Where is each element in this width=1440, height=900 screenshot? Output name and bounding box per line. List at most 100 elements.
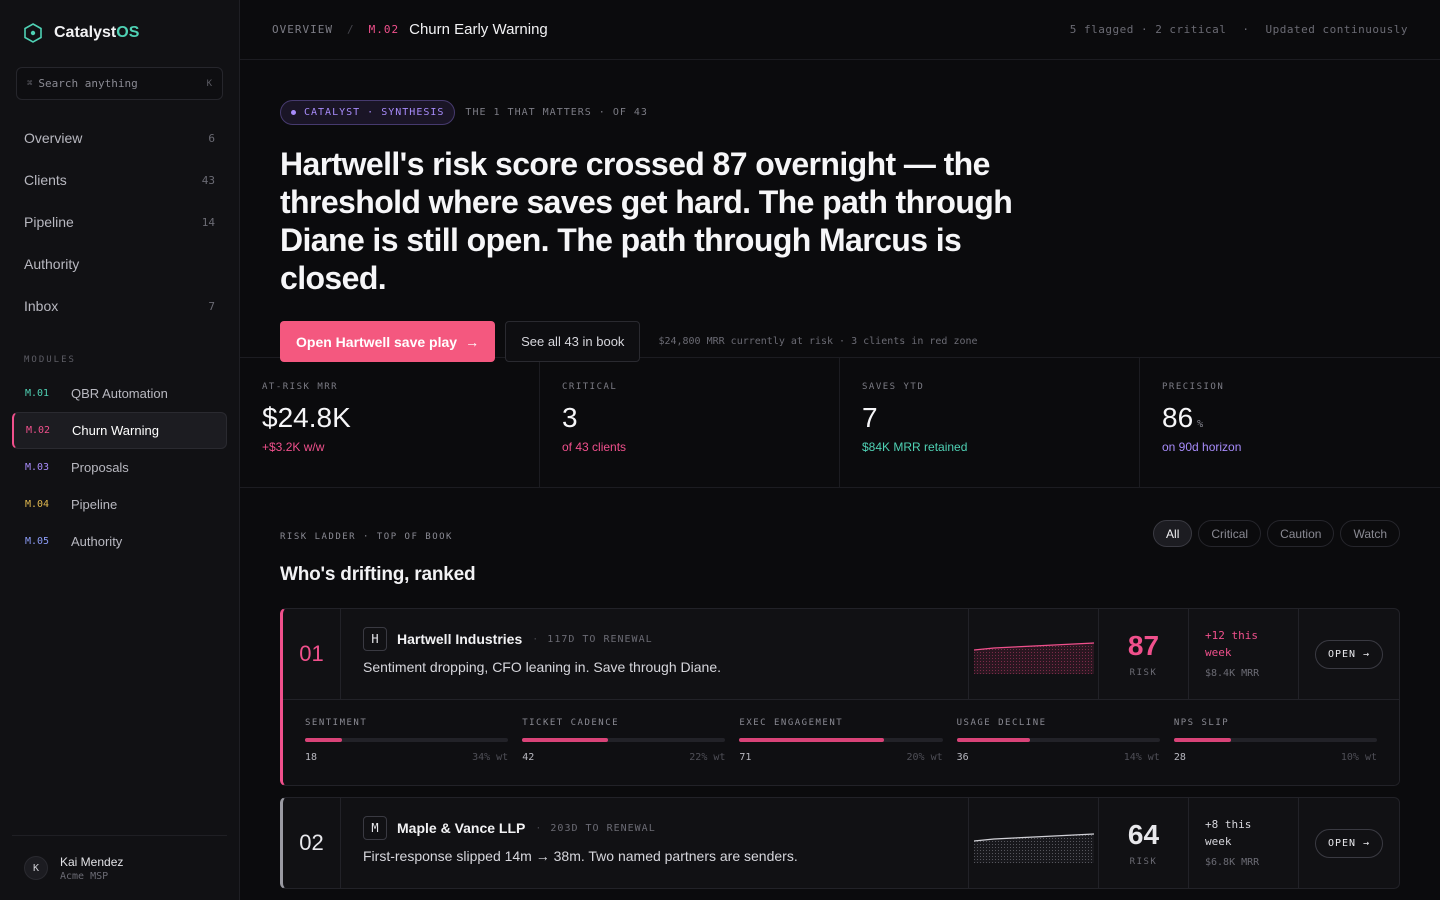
synthesis-note: THE 1 THAT MATTERS · OF 43 xyxy=(465,107,648,118)
risk-ladder: RISK LADDER · TOP OF BOOK Who's drifting… xyxy=(240,488,1440,889)
signal-nps-slip: NPS SLIP 28 10% wt xyxy=(1173,718,1378,785)
filter-caution[interactable]: Caution xyxy=(1267,520,1335,547)
signal-sentiment: SENTIMENT 18 34% wt xyxy=(305,718,509,785)
open-save-play-button[interactable]: Open Hartwell save play → xyxy=(280,321,496,362)
see-all-button[interactable]: See all 43 in book xyxy=(505,321,641,362)
stat-unit: % xyxy=(1197,419,1204,430)
client-name[interactable]: Maple & Vance LLP xyxy=(397,820,525,836)
risk-sparkline xyxy=(969,798,1099,888)
stat-label: CRITICAL xyxy=(562,382,618,392)
signal-weight: 34% wt xyxy=(472,752,509,763)
signal-weight: 20% wt xyxy=(906,752,943,763)
stat-value: 3 xyxy=(562,402,578,433)
weekly-change: +12 this week xyxy=(1205,629,1258,659)
breadcrumb-module-code: M.02 xyxy=(368,23,400,36)
breadcrumb-overview[interactable]: OVERVIEW xyxy=(272,23,333,36)
client-mrr: $8.4K MRR xyxy=(1205,668,1260,679)
nav-item-clients[interactable]: Clients 43 xyxy=(12,159,227,201)
breadcrumb-separator: / xyxy=(346,23,355,36)
module-code: M.02 xyxy=(26,425,51,436)
client-info: H Hartwell Industries · 117D TO RENEWAL S… xyxy=(341,609,969,699)
stat-value: 86% xyxy=(1162,402,1204,433)
module-churn-warning[interactable]: M.02 Churn Warning xyxy=(12,412,227,449)
risk-score: 87 RISK xyxy=(1099,609,1189,699)
brand-name: CatalystOS xyxy=(54,24,140,41)
filter-critical[interactable]: Critical xyxy=(1198,520,1262,547)
sparkline-chart xyxy=(973,833,1094,863)
signal-bar xyxy=(522,738,726,742)
arrow-right-icon: → xyxy=(465,333,480,350)
renewal-countdown: · 117D TO RENEWAL xyxy=(532,633,653,645)
synthesis-badge: CATALYST · SYNTHESIS xyxy=(280,100,456,125)
risk-score-value: 64 xyxy=(1127,819,1160,850)
risk-score-value: 87 xyxy=(1127,630,1160,661)
signal-weight: 10% wt xyxy=(1340,752,1378,763)
signal-bar xyxy=(1173,738,1378,742)
nav-item-authority[interactable]: Authority xyxy=(12,243,227,285)
signal-weight: 14% wt xyxy=(1123,752,1160,763)
module-proposals[interactable]: M.03 Proposals xyxy=(12,449,227,486)
signal-value: 42 xyxy=(522,752,535,763)
nav-item-overview[interactable]: Overview 6 xyxy=(12,117,227,159)
module-code: M.01 xyxy=(25,388,50,399)
user-org: Acme MSP xyxy=(60,870,109,882)
client-card[interactable]: 02 M Maple & Vance LLP · 203D TO RENEWAL … xyxy=(280,797,1400,889)
main-nav: Overview 6 Clients 43 Pipeline 14 Authority… xyxy=(12,117,227,327)
avatar: K xyxy=(24,856,48,880)
brand[interactable]: CatalystOS xyxy=(22,22,139,44)
signal-ticket-cadence: TICKET CADENCE 42 22% wt xyxy=(522,718,726,785)
nav-item-pipeline[interactable]: Pipeline 14 xyxy=(12,201,227,243)
status-summary: 5 flagged · 2 critical · Updated continu… xyxy=(1070,23,1408,36)
shortcut-k-hint: K xyxy=(206,78,212,89)
module-pipeline[interactable]: M.04 Pipeline xyxy=(12,486,227,523)
modules-list: M.01 QBR Automation M.02 Churn Warning M.0… xyxy=(12,375,227,560)
page-title: Churn Early Warning xyxy=(409,21,548,38)
stat-at-risk-mrr: AT-RISK MRR $24.8K +$3.2K w/w xyxy=(240,358,540,487)
client-card[interactable]: 01 H Hartwell Industries · 117D TO RENEWA… xyxy=(280,608,1400,786)
search-placeholder: Search anything xyxy=(38,77,138,90)
risk-sparkline xyxy=(969,609,1099,699)
signal-bar-fill xyxy=(956,738,1030,742)
user-profile[interactable]: K Kai Mendez Acme MSP xyxy=(12,835,227,900)
stat-label: PRECISION xyxy=(1162,382,1225,392)
signal-label: EXEC ENGAGEMENT xyxy=(739,718,844,728)
signal-value: 28 xyxy=(1173,752,1186,763)
nav-count: 14 xyxy=(201,215,215,229)
client-name[interactable]: Hartwell Industries xyxy=(397,631,522,647)
search-input[interactable]: ⌘ Search anything K xyxy=(16,67,223,100)
stat-sub: $84K MRR retained xyxy=(862,440,968,454)
nav-count: 7 xyxy=(208,299,215,313)
renewal-countdown: · 203D TO RENEWAL xyxy=(535,822,656,834)
synthesis-hero: CATALYST · SYNTHESIS THE 1 THAT MATTERS … xyxy=(240,60,1440,362)
stat-sub: +$3.2K w/w xyxy=(262,440,325,454)
stat-critical: CRITICAL 3 of 43 clients xyxy=(540,358,840,487)
meta-separator: · xyxy=(1242,23,1250,36)
risk-score-label: RISK xyxy=(1129,857,1158,867)
filter-watch[interactable]: Watch xyxy=(1340,520,1400,547)
stat-sub: on 90d horizon xyxy=(1162,440,1242,454)
client-summary: Sentiment dropping, CFO leaning in. Save… xyxy=(363,659,721,675)
filter-all[interactable]: All xyxy=(1153,520,1193,547)
open-client-button[interactable]: OPEN → xyxy=(1314,639,1384,669)
client-mrr: $6.8K MRR xyxy=(1205,857,1260,868)
module-code: M.05 xyxy=(25,536,50,547)
hexagon-logo-icon xyxy=(24,23,42,43)
risk-delta: +12 this week $8.4K MRR xyxy=(1189,609,1299,699)
command-key-icon: ⌘ xyxy=(27,78,33,89)
client-initial: M xyxy=(363,816,387,840)
nav-item-inbox[interactable]: Inbox 7 xyxy=(12,285,227,327)
module-authority[interactable]: M.05 Authority xyxy=(12,523,227,560)
risk-delta: +8 this week $6.8K MRR xyxy=(1189,798,1299,888)
risk-signals: SENTIMENT 18 34% wt TICKET CADENCE 42 22% … xyxy=(283,699,1399,785)
module-qbr-automation[interactable]: M.01 QBR Automation xyxy=(12,375,227,412)
synthesis-headline: Hartwell's risk score crossed 87 overnig… xyxy=(280,146,1013,296)
signal-value: 36 xyxy=(956,752,969,763)
signal-value: 71 xyxy=(739,752,752,763)
signal-bar-fill xyxy=(739,738,884,742)
stat-label: AT-RISK MRR xyxy=(262,382,339,392)
stats-row: AT-RISK MRR $24.8K +$3.2K w/w CRITICAL 3… xyxy=(240,358,1440,488)
section-title: Who's drifting, ranked xyxy=(280,564,476,585)
stat-value: $24.8K xyxy=(262,402,351,433)
open-client-button[interactable]: OPEN → xyxy=(1314,828,1384,858)
module-code: M.03 xyxy=(25,462,50,473)
